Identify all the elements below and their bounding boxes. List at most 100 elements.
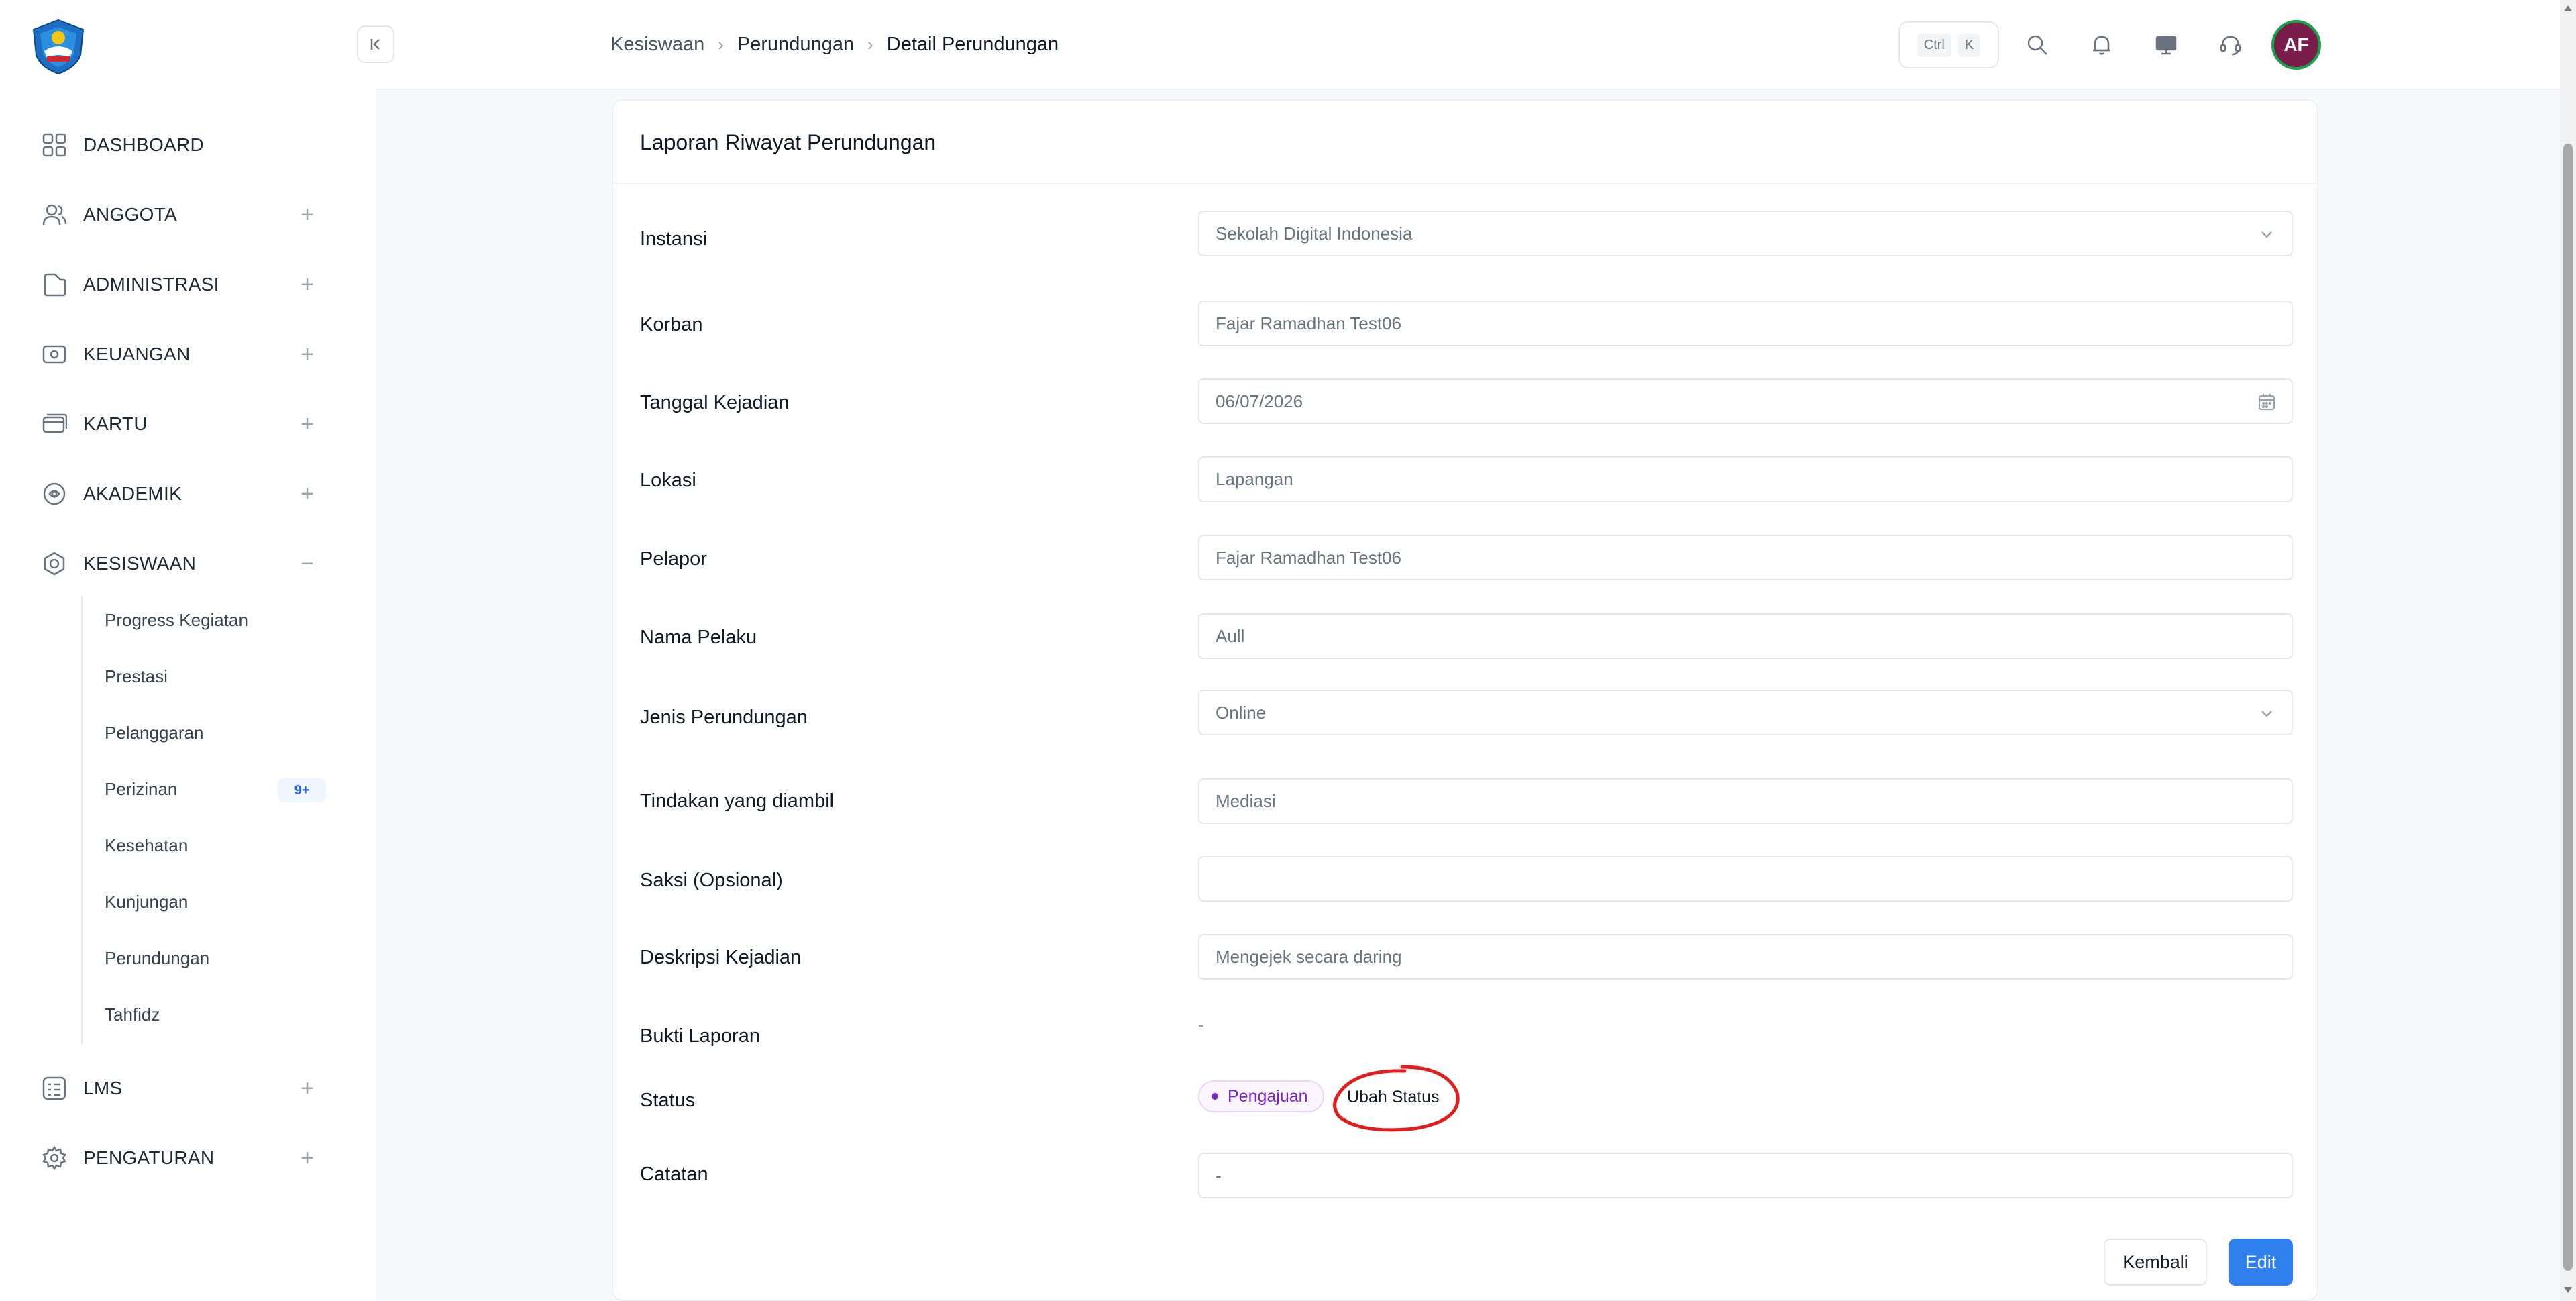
field-label-lokasi: Lokasi <box>640 470 696 491</box>
calendar-icon[interactable] <box>2257 392 2277 412</box>
sidebar-item-label: AKADEMIK <box>83 483 182 504</box>
chevron-right-icon: › <box>718 34 724 54</box>
scroll-up-icon[interactable] <box>2564 5 2572 11</box>
field-label-bukti-laporan: Bukti Laporan <box>640 1025 760 1047</box>
saksi-field[interactable] <box>1198 856 2293 902</box>
card-icon <box>40 410 68 438</box>
field-label-deskripsi: Deskripsi Kejadian <box>640 947 802 968</box>
sidebar-item-administrasi[interactable]: ADMINISTRASI + <box>40 264 322 305</box>
sidebar-subitem-label: Perundungan <box>105 947 210 968</box>
sidebar-subitem-pelanggaran[interactable]: Pelanggaran <box>105 716 326 749</box>
sidebar-subitem-perundungan[interactable]: Perundungan <box>105 941 326 975</box>
sidebar-item-label: ANGGOTA <box>83 204 178 225</box>
sidebar-item-label: KARTU <box>83 413 148 434</box>
card-header: Laporan Riwayat Perundungan <box>613 101 2317 184</box>
detail-card: Laporan Riwayat Perundungan Instansi Sek… <box>612 99 2318 1301</box>
scrollbar[interactable] <box>2560 0 2576 1301</box>
scroll-down-icon[interactable] <box>2564 1287 2572 1293</box>
sidebar-subitem-label: Kunjungan <box>105 891 189 912</box>
kembali-button[interactable]: Kembali <box>2104 1239 2207 1286</box>
collapse-left-icon <box>370 39 380 50</box>
tindakan-field[interactable]: Mediasi <box>1198 778 2293 824</box>
sidebar-subitem-kesehatan[interactable]: Kesehatan <box>105 829 326 862</box>
breadcrumb-item-kesiswaan[interactable]: Kesiswaan <box>610 34 704 56</box>
jenis-perundungan-select[interactable]: Online <box>1198 690 2293 735</box>
chevron-down-icon <box>2257 224 2277 244</box>
search-icon[interactable] <box>2021 28 2054 62</box>
tindakan-value: Mediasi <box>1216 790 1276 811</box>
korban-value: Fajar Ramadhan Test06 <box>1216 313 1402 333</box>
annotation-circle <box>1333 1065 1460 1132</box>
status-value: Pengajuan <box>1228 1086 1308 1106</box>
status-badge: Pengajuan <box>1198 1080 1324 1112</box>
catatan-field[interactable]: - <box>1198 1153 2293 1198</box>
card-title: Laporan Riwayat Perundungan <box>640 130 936 154</box>
sidebar-subitem-tahfidz[interactable]: Tahfidz <box>105 998 326 1031</box>
sidebar-subitem-progress-kegiatan[interactable]: Progress Kegiatan <box>105 603 326 637</box>
field-label-saksi: Saksi (Opsional) <box>640 870 783 891</box>
sidebar-item-kartu[interactable]: KARTU + <box>40 404 322 444</box>
expand-icon[interactable]: + <box>292 200 322 229</box>
expand-icon[interactable]: + <box>292 340 322 369</box>
sidebar-subitem-prestasi[interactable]: Prestasi <box>105 660 326 693</box>
nama-pelaku-value: Aull <box>1216 625 1245 646</box>
deskripsi-field[interactable]: Mengejek secara daring <box>1198 934 2293 980</box>
sidebar-item-lms[interactable]: LMS + <box>40 1068 322 1108</box>
sidebar-subitem-label: Pelanggaran <box>105 722 204 743</box>
chevron-right-icon: › <box>867 34 873 54</box>
sidebar-subitem-label: Progress Kegiatan <box>105 609 248 630</box>
users-icon <box>40 201 68 229</box>
command-search-shortcut[interactable]: Ctrl K <box>1898 21 1999 68</box>
expand-icon[interactable]: + <box>292 1074 322 1103</box>
notification-badge: 9+ <box>278 778 326 802</box>
korban-field[interactable]: Fajar Ramadhan Test06 <box>1198 301 2293 346</box>
bukti-laporan-value: - <box>1198 1014 1204 1035</box>
expand-icon[interactable]: + <box>292 409 322 439</box>
sidebar-item-kesiswaan[interactable]: KESISWAAN − <box>40 543 322 584</box>
edit-button[interactable]: Edit <box>2229 1239 2293 1286</box>
scrollbar-thumb[interactable] <box>2563 144 2573 1271</box>
bell-icon[interactable] <box>2085 28 2118 62</box>
field-label-instansi: Instansi <box>640 228 707 250</box>
school-logo[interactable] <box>30 17 87 75</box>
pelapor-field[interactable]: Fajar Ramadhan Test06 <box>1198 535 2293 580</box>
sidebar-item-akademik[interactable]: AKADEMIK + <box>40 474 322 514</box>
collapse-sidebar-button[interactable] <box>357 25 394 63</box>
sidebar-item-label: PENGATURAN <box>83 1147 215 1168</box>
sidebar-item-pengaturan[interactable]: PENGATURAN + <box>40 1138 322 1178</box>
lms-icon <box>40 1074 68 1102</box>
folder-icon <box>40 270 68 299</box>
field-label-jenis-perundungan: Jenis Perundungan <box>640 707 808 728</box>
collapse-icon[interactable]: − <box>292 549 322 578</box>
instansi-select[interactable]: Sekolah Digital Indonesia <box>1198 211 2293 256</box>
sidebar-subitem-label: Prestasi <box>105 666 168 686</box>
sidebar-item-dashboard[interactable]: DASHBOARD <box>40 125 322 165</box>
avatar[interactable]: AF <box>2271 20 2321 70</box>
expand-icon[interactable]: + <box>292 1143 322 1173</box>
lokasi-field[interactable]: Lapangan <box>1198 456 2293 502</box>
expand-icon[interactable]: + <box>292 270 322 299</box>
breadcrumb-item-perundungan[interactable]: Perundungan <box>737 34 854 56</box>
sidebar-subitem-perizinan[interactable]: Perizinan 9+ <box>105 772 326 806</box>
sidebar-item-keuangan[interactable]: KEUANGAN + <box>40 334 322 374</box>
nama-pelaku-field[interactable]: Aull <box>1198 613 2293 659</box>
field-label-korban: Korban <box>640 314 703 335</box>
sidebar-subitem-label: Perizinan <box>105 778 178 799</box>
pelapor-value: Fajar Ramadhan Test06 <box>1216 547 1402 568</box>
deskripsi-value: Mengejek secara daring <box>1216 946 1402 967</box>
academic-icon <box>40 480 68 508</box>
sidebar-item-anggota[interactable]: ANGGOTA + <box>40 195 322 235</box>
expand-icon[interactable]: + <box>292 479 322 509</box>
student-affairs-icon <box>40 550 68 578</box>
field-label-tanggal-kejadian: Tanggal Kejadian <box>640 392 790 413</box>
tanggal-kejadian-field[interactable]: 06/07/2026 <box>1198 378 2293 424</box>
settings-icon <box>40 1144 68 1172</box>
sidebar-subitem-kunjungan[interactable]: Kunjungan <box>105 885 326 919</box>
monitor-icon[interactable] <box>2149 28 2183 62</box>
sidebar-subitem-label: Tahfidz <box>105 1004 160 1025</box>
field-label-catatan: Catatan <box>640 1163 708 1185</box>
support-headset-icon[interactable] <box>2214 28 2247 62</box>
sidebar: DASHBOARD ANGGOTA + ADMINISTRASI + KEUAN… <box>0 0 376 1301</box>
catatan-value: - <box>1216 1165 1222 1186</box>
field-label-status: Status <box>640 1090 696 1111</box>
